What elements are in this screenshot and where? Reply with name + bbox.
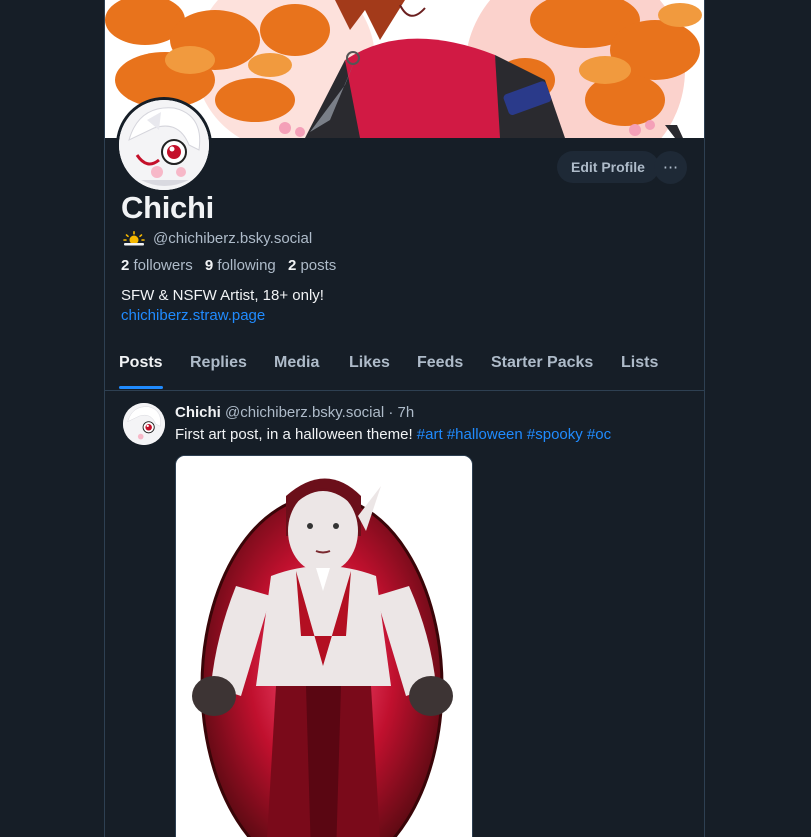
hashtag-oc[interactable]: #oc [587, 426, 611, 443]
post-avatar-image [123, 403, 165, 445]
hashtag-spooky[interactable]: #spooky [527, 426, 583, 443]
post-author-handle[interactable]: @chichiberz.bsky.social [225, 404, 384, 421]
tab-posts[interactable]: Posts [119, 354, 163, 372]
hashtag-art[interactable]: #art [417, 426, 443, 443]
edit-profile-button[interactable]: Edit Profile [557, 151, 659, 183]
post-image[interactable] [175, 455, 473, 837]
active-tab-indicator [119, 386, 163, 389]
profile-handle: @chichiberz.bsky.social [153, 230, 313, 247]
avatar-image [119, 100, 209, 190]
following-count: 9 [204, 257, 214, 274]
post-author-avatar[interactable] [123, 403, 165, 445]
tab-likes[interactable]: Likes [349, 354, 390, 372]
post-body: First art post, in a halloween theme! [175, 426, 413, 443]
profile-stats: 2 followers 9 following 2 posts [121, 257, 336, 274]
tab-lists[interactable]: Lists [621, 354, 658, 372]
feed-post[interactable]: Chichi @chichiberz.bsky.social · 7h Firs… [105, 391, 704, 837]
posts-stat: 2 posts [288, 257, 336, 274]
post-artwork [176, 456, 472, 837]
tab-media[interactable]: Media [274, 354, 319, 372]
tab-feeds[interactable]: Feeds [417, 354, 463, 372]
followers-label: followers [133, 257, 193, 274]
tab-starter-packs[interactable]: Starter Packs [491, 354, 593, 372]
more-options-button[interactable]: ··· [654, 151, 687, 184]
followers-count: 2 [121, 257, 130, 274]
handle-row: @chichiberz.bsky.social [123, 230, 312, 247]
tab-replies[interactable]: Replies [190, 354, 247, 372]
profile-tabs: Posts Replies Media Likes Feeds Starter … [105, 340, 704, 391]
profile-bio: SFW & NSFW Artist, 18+ only! chichiberz.… [121, 286, 324, 326]
hashtag-halloween[interactable]: #halloween [447, 426, 523, 443]
sun-cloud-icon [123, 230, 145, 245]
bio-link[interactable]: chichiberz.straw.page [121, 306, 324, 326]
posts-count: 2 [287, 257, 297, 274]
display-name: Chichi [121, 190, 214, 225]
post-header: Chichi @chichiberz.bsky.social · 7h [175, 404, 414, 421]
profile-column: Edit Profile ··· Chichi @chichiberz.bsky… [104, 0, 705, 837]
following-stat[interactable]: 9 following [205, 257, 276, 274]
ellipsis-icon: ··· [662, 157, 679, 177]
posts-label: posts [300, 257, 337, 274]
followers-stat[interactable]: 2 followers [121, 257, 193, 274]
following-label: following [217, 257, 276, 274]
profile-avatar[interactable] [116, 97, 212, 193]
post-timestamp[interactable]: · 7h [388, 404, 414, 421]
bio-text: SFW & NSFW Artist, 18+ only! [121, 287, 324, 304]
post-author-name[interactable]: Chichi [175, 404, 221, 421]
post-text: First art post, in a halloween theme! #a… [175, 426, 611, 443]
